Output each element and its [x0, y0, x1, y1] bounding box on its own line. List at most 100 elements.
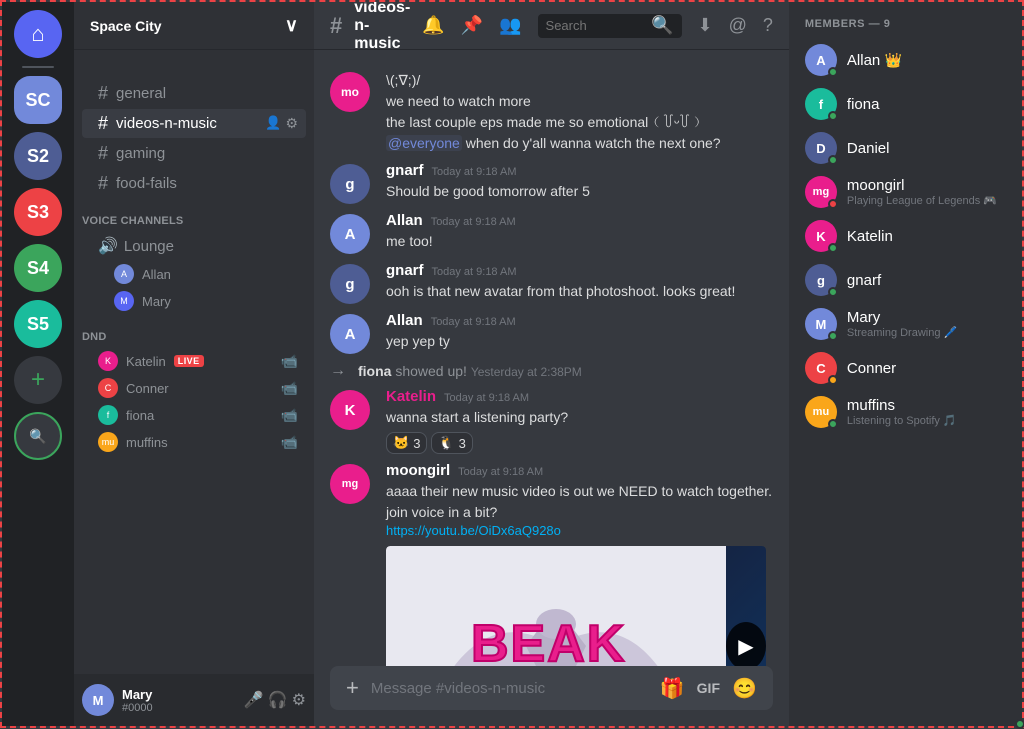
user-panel-avatar: M [82, 684, 114, 716]
member-item-katelin[interactable]: K Katelin [797, 214, 1021, 258]
member-item-muffins[interactable]: mu muffins Listening to Spotify 🎵 [797, 390, 1021, 434]
voice-user-muffins[interactable]: mu muffins 📹 [82, 429, 306, 455]
server-header[interactable]: Space City ∨ [74, 2, 314, 50]
search-box[interactable]: 🔍 [538, 14, 682, 38]
voice-channel-lounge[interactable]: 🔊 Lounge [82, 232, 306, 260]
table-row: mg moongirl Today at 9:18 AM aaaa their … [314, 458, 789, 666]
msg-time: Today at 9:18 AM [431, 316, 516, 328]
channel-name-general: general [116, 85, 166, 102]
headset-icon[interactable]: 🎧 [268, 690, 288, 710]
voice-user-mary[interactable]: M Mary [82, 288, 306, 314]
msg-header: moongirl Today at 9:18 AM [386, 462, 773, 479]
voice-user-name-conner: Conner [126, 381, 169, 396]
voice-user-avatar-muffins: mu [98, 432, 118, 452]
member-activity-muffins: Listening to Spotify 🎵 [847, 414, 957, 427]
system-msg-text: fiona showed up! Yesterday at 2:38PM [358, 363, 582, 379]
server-icon-5[interactable]: S5 [14, 300, 62, 348]
channel-general[interactable]: # general [82, 79, 306, 108]
member-item-conner[interactable]: C Conner [797, 346, 1021, 390]
msg-username: moongirl [386, 462, 450, 479]
server-icon-2[interactable]: S2 [14, 132, 62, 180]
members-icon[interactable]: 👥 [499, 15, 521, 36]
server-dropdown-icon[interactable]: ∨ [285, 15, 298, 36]
mention-icon[interactable]: @ [729, 15, 747, 36]
pin-icon[interactable]: 📌 [461, 15, 483, 36]
bell-icon[interactable]: 🔔 [422, 15, 444, 36]
emoji-icon[interactable]: 😊 [732, 676, 757, 701]
explore-servers-button[interactable]: 🔍 [14, 412, 62, 460]
server-icon-space-city[interactable]: SC [14, 76, 62, 124]
channel-hash-icon: # [98, 113, 108, 134]
channel-gaming[interactable]: # gaming [82, 139, 306, 168]
video-thumbnail[interactable]: BEAK ▶ [386, 546, 766, 666]
user-panel-tag: #0000 [122, 702, 236, 714]
status-dot-daniel [828, 155, 838, 165]
arrow-right-icon: → [330, 362, 346, 380]
msg-text: Should be good tomorrow after 5 [386, 181, 773, 202]
chat-input-box: + 🎁 GIF 😊 [330, 666, 773, 710]
member-item-gnarf[interactable]: g gnarf [797, 258, 1021, 302]
voice-user-avatar-conner: C [98, 378, 118, 398]
gif-icon[interactable]: GIF [697, 680, 720, 696]
voice-user-allan[interactable]: A Allan [82, 261, 306, 287]
app-wrapper: ⌂ SC S2 S3 S4 S5 + 🔍 Space City ∨ # gene… [0, 0, 1024, 728]
chat-header-hash-icon: # [330, 13, 342, 39]
reaction-cat[interactable]: 🐱 3 [386, 432, 427, 454]
table-row: A Allan Today at 9:18 AM yep yep ty [314, 308, 789, 358]
avatar: mo [330, 72, 370, 112]
status-dot-fiona [828, 111, 838, 121]
member-name-daniel: Daniel [847, 140, 890, 157]
video-icon-conner: 📹 [281, 380, 298, 397]
settings-icon[interactable]: ⚙ [285, 115, 298, 132]
channel-name-food-fails: food-fails [116, 175, 177, 192]
msg-time: Today at 9:18 AM [432, 266, 517, 278]
member-item-fiona[interactable]: f fiona [797, 82, 1021, 126]
member-info-moongirl: moongirl Playing League of Legends 🎮 [847, 177, 997, 207]
microphone-icon[interactable]: 🎤 [244, 690, 264, 710]
member-avatar-gnarf: g [805, 264, 837, 296]
play-button[interactable]: ▶ [726, 622, 766, 666]
member-item-allan[interactable]: A Allan 👑 [797, 38, 1021, 82]
server-icon-4[interactable]: S4 [14, 244, 62, 292]
reaction-penguin[interactable]: 🐧 3 [431, 432, 472, 454]
msg-header: gnarf Today at 9:18 AM [386, 162, 773, 179]
inbox-icon[interactable]: ⬇ [698, 15, 713, 36]
avatar: A [330, 314, 370, 354]
msg-username: Allan [386, 212, 423, 229]
live-badge: LIVE [174, 355, 204, 367]
server-divider [22, 66, 54, 68]
member-item-moongirl[interactable]: mg moongirl Playing League of Legends 🎮 [797, 170, 1021, 214]
voice-user-fiona[interactable]: f fiona 📹 [82, 402, 306, 428]
add-server-button[interactable]: + [14, 356, 62, 404]
msg-text: the last couple eps made me so emotional… [386, 112, 773, 133]
server-icon-3[interactable]: S3 [14, 188, 62, 236]
status-dot-allan [828, 67, 838, 77]
reactions: 🐱 3 🐧 3 [386, 432, 773, 454]
beak-logo-svg: BEAK [386, 556, 726, 666]
msg-text: @everyone when do y'all wanna watch the … [386, 133, 773, 154]
settings-user-icon[interactable]: ⚙ [292, 690, 306, 710]
video-embed: BEAK ▶ [386, 546, 766, 666]
table-row: K Katelin Today at 9:18 AM wanna start a… [314, 384, 789, 458]
home-button[interactable]: ⌂ [14, 10, 62, 58]
member-item-daniel[interactable]: D Daniel [797, 126, 1021, 170]
voice-user-katelin[interactable]: K Katelin LIVE 📹 [82, 348, 306, 374]
video-icon: 📹 [281, 353, 298, 370]
voice-icon: 🔊 [98, 236, 118, 256]
attach-file-button[interactable]: + [346, 675, 359, 701]
channel-videos-n-music[interactable]: # videos-n-music 👤 ⚙ [82, 109, 306, 138]
voice-user-conner[interactable]: C Conner 📹 [82, 375, 306, 401]
embed-link[interactable]: https://youtu.be/OiDx6aQ928o [386, 523, 773, 538]
channel-food-fails[interactable]: # food-fails [82, 169, 306, 198]
msg-content: gnarf Today at 9:18 AM Should be good to… [386, 162, 773, 204]
chat-input[interactable] [371, 680, 648, 697]
gift-icon[interactable]: 🎁 [660, 676, 685, 701]
avatar: A [330, 214, 370, 254]
msg-content: Allan Today at 9:18 AM yep yep ty [386, 312, 773, 354]
help-icon[interactable]: ? [763, 15, 773, 36]
member-avatar-muffins: mu [805, 396, 837, 428]
add-member-icon[interactable]: 👤 [265, 115, 281, 132]
status-dot-mary [828, 331, 838, 341]
member-item-mary[interactable]: M Mary Streaming Drawing 🖊️ [797, 302, 1021, 346]
search-input[interactable] [546, 18, 644, 33]
